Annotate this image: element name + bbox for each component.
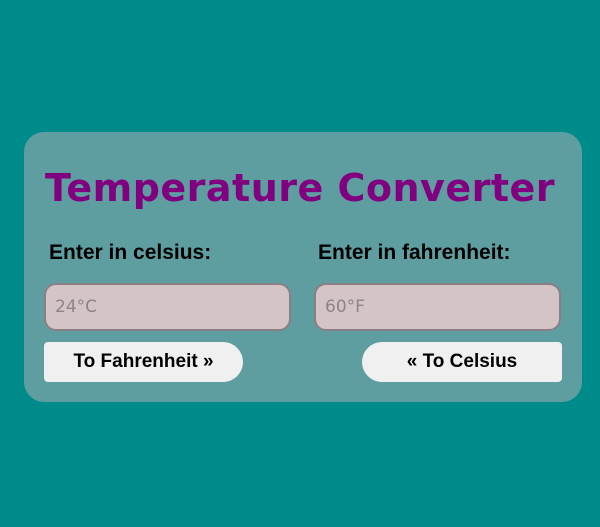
to-celsius-button[interactable]: « To Celsius [362,342,562,382]
celsius-input[interactable] [44,283,291,331]
page-title: Temperature Converter [44,166,556,210]
fahrenheit-label: Enter in fahrenheit: [318,241,511,264]
fahrenheit-input[interactable] [314,283,561,331]
celsius-label: Enter in celsius: [49,241,212,264]
to-fahrenheit-button[interactable]: To Fahrenheit » [44,342,243,382]
